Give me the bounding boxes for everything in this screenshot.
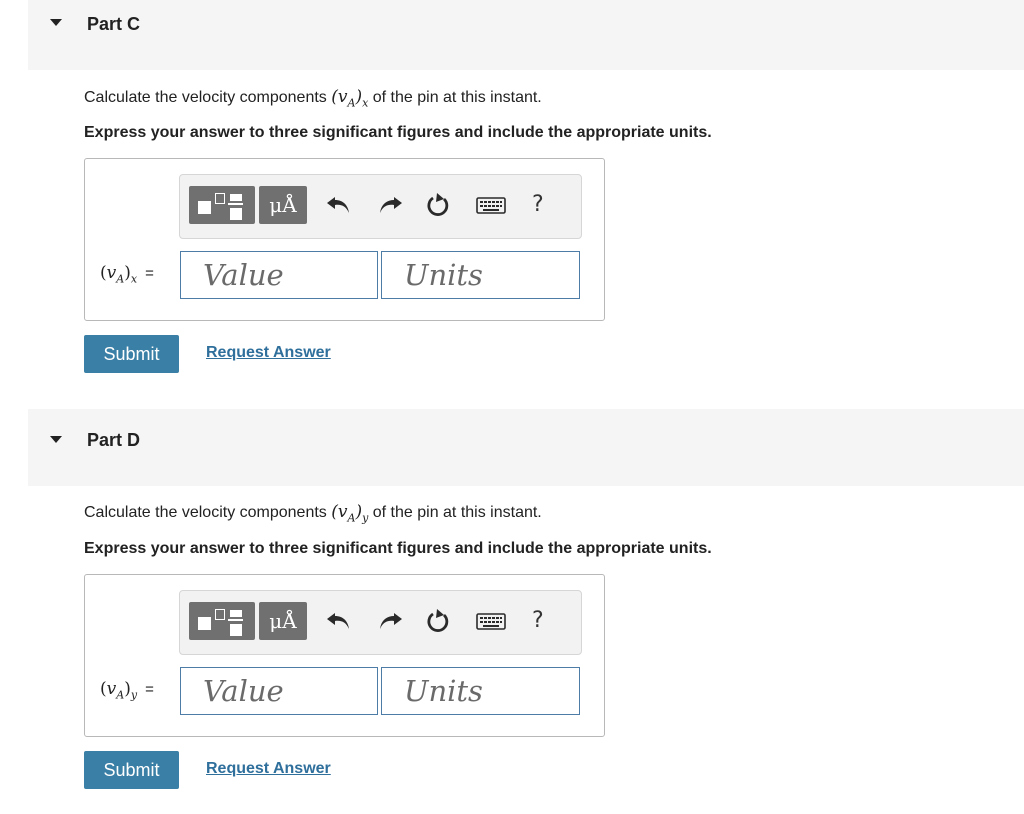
templates-icon-part (215, 193, 225, 204)
keyboard-icon[interactable] (473, 187, 509, 223)
part-header-background (28, 0, 1024, 70)
request-answer-link[interactable]: Request Answer (206, 344, 331, 362)
instruction-text: Express your answer to three significant… (84, 540, 712, 557)
reset-icon[interactable] (420, 603, 456, 639)
question-suffix: of the pin at this instant. (368, 89, 542, 106)
question-text: Calculate the velocity components (vA)y … (84, 502, 542, 524)
templates-icon-part (230, 610, 242, 617)
undo-icon[interactable] (321, 187, 357, 223)
undo-icon[interactable] (321, 603, 357, 639)
units-icon: μÅ (269, 193, 297, 217)
request-answer-link[interactable]: Request Answer (206, 760, 331, 778)
templates-button[interactable] (189, 186, 255, 224)
question-suffix: of the pin at this instant. (368, 504, 542, 521)
equals-sign: = (145, 265, 154, 282)
question-math: (vA)y (331, 502, 369, 525)
answer-sub: A (116, 272, 125, 286)
math-toolbar: μÅ ? (179, 590, 582, 655)
templates-icon-part (230, 208, 242, 220)
answer-component: x (130, 272, 138, 286)
units-input[interactable] (381, 251, 580, 299)
templates-button[interactable] (189, 602, 255, 640)
templates-icon-part (215, 609, 225, 620)
answer-box: μÅ ? (vA)x = (84, 158, 605, 321)
reset-icon[interactable] (420, 187, 456, 223)
value-input[interactable] (180, 667, 378, 715)
help-icon[interactable]: ? (532, 192, 544, 217)
answer-var: v (106, 679, 117, 699)
answer-var: v (106, 263, 117, 283)
templates-icon (198, 201, 211, 214)
templates-icon-part (230, 194, 242, 201)
equals-sign: = (145, 681, 154, 698)
keyboard-icon[interactable] (473, 603, 509, 639)
question-var: v (337, 502, 348, 522)
units-icon: μÅ (269, 609, 297, 633)
templates-icon-part (230, 624, 242, 636)
question-sub: A (347, 96, 356, 110)
templates-icon-part (228, 203, 243, 205)
redo-icon[interactable] (372, 603, 408, 639)
value-input[interactable] (180, 251, 378, 299)
question-text: Calculate the velocity components (vA)x … (84, 87, 542, 109)
math-toolbar: μÅ ? (179, 174, 582, 239)
caret-down-icon[interactable] (50, 19, 62, 26)
part-title: Part C (87, 14, 141, 34)
templates-icon-part (228, 619, 243, 621)
caret-down-icon[interactable] (50, 436, 62, 443)
units-button[interactable]: μÅ (259, 602, 307, 640)
units-button[interactable]: μÅ (259, 186, 307, 224)
answer-variable-label: (vA)y = (100, 679, 154, 702)
part-header-background (28, 409, 1024, 486)
submit-button[interactable]: Submit (84, 335, 179, 373)
units-input[interactable] (381, 667, 580, 715)
help-icon[interactable]: ? (532, 608, 544, 633)
question-sub: A (347, 511, 356, 525)
part-d-header[interactable]: Part D (0, 409, 1024, 486)
answer-component: y (130, 688, 138, 702)
submit-button[interactable]: Submit (84, 751, 179, 789)
answer-variable-label: (vA)x = (100, 263, 154, 286)
answer-box: μÅ ? (vA)y = (84, 574, 605, 737)
templates-icon (198, 617, 211, 630)
answer-sub: A (116, 688, 125, 702)
question-math: (vA)x (331, 87, 369, 110)
part-c-header[interactable]: Part C (0, 0, 1024, 70)
redo-icon[interactable] (372, 187, 408, 223)
question-prefix: Calculate the velocity components (84, 504, 332, 521)
question-prefix: Calculate the velocity components (84, 89, 332, 106)
part-title: Part D (87, 430, 141, 450)
question-var: v (337, 87, 348, 107)
instruction-text: Express your answer to three significant… (84, 124, 712, 141)
